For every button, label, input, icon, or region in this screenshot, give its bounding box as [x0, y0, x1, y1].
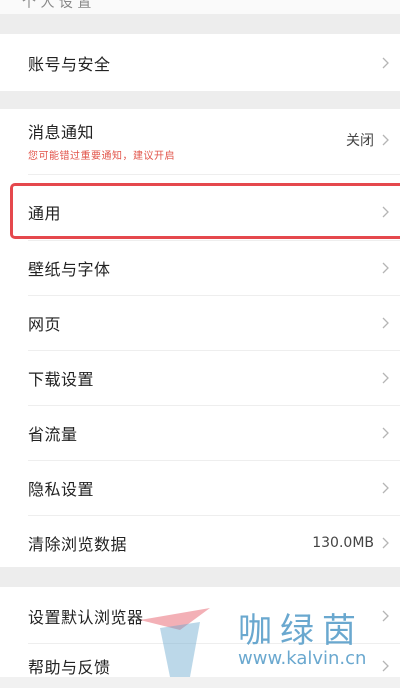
chevron-right-icon	[382, 134, 389, 146]
menu-item-label: 网页	[28, 314, 62, 334]
menu-item-label: 清除浏览数据	[28, 534, 128, 554]
menu-item-label: 下载设置	[28, 369, 95, 389]
chevron-right-icon	[382, 262, 389, 273]
menu-item-label: 隐私设置	[28, 479, 95, 499]
menu-item-download-settings[interactable]: 下载设置	[0, 350, 400, 405]
notification-status: 关闭	[346, 133, 374, 149]
chevron-right-icon	[382, 372, 389, 383]
watermark-brand: 咖绿茵	[238, 611, 364, 651]
menu-item-wallpaper-font[interactable]: 壁纸与字体	[0, 240, 400, 295]
menu-item-notifications[interactable]: 消息通知 您可能错过重要通知，建议开启 关闭	[0, 111, 400, 169]
chevron-right-icon	[382, 317, 389, 328]
menu-item-label: 消息通知	[28, 122, 95, 142]
chevron-right-icon	[382, 57, 389, 68]
menu-item-label: 账号与安全	[28, 54, 111, 74]
menu-item-privacy-settings[interactable]: 隐私设置	[0, 460, 400, 515]
highlight-box	[10, 183, 400, 239]
menu-item-account-security[interactable]: 账号与安全	[0, 35, 400, 90]
cache-size: 130.0MB	[312, 534, 374, 551]
divider	[28, 174, 400, 175]
top-bar: 个 人 设 置	[0, 0, 400, 14]
menu-item-clear-data[interactable]: 清除浏览数据 130.0MB	[0, 515, 400, 570]
chevron-right-icon	[382, 427, 389, 438]
section-gap	[0, 14, 400, 34]
menu-item-webpage[interactable]: 网页	[0, 295, 400, 350]
notification-hint: 您可能错过重要通知，建议开启	[28, 150, 175, 162]
chevron-right-icon	[382, 537, 389, 548]
menu-item-label: 省流量	[28, 424, 78, 444]
watermark-url: www.kalvin.cn	[238, 648, 367, 669]
top-partial-text: 个 人 设 置	[22, 0, 92, 11]
section-gap	[0, 567, 400, 587]
group-account: 账号与安全	[0, 34, 400, 91]
menu-item-label: 壁纸与字体	[28, 259, 111, 279]
section-gap	[0, 91, 400, 109]
menu-item-save-data[interactable]: 省流量	[0, 405, 400, 460]
chevron-right-icon	[382, 482, 389, 493]
